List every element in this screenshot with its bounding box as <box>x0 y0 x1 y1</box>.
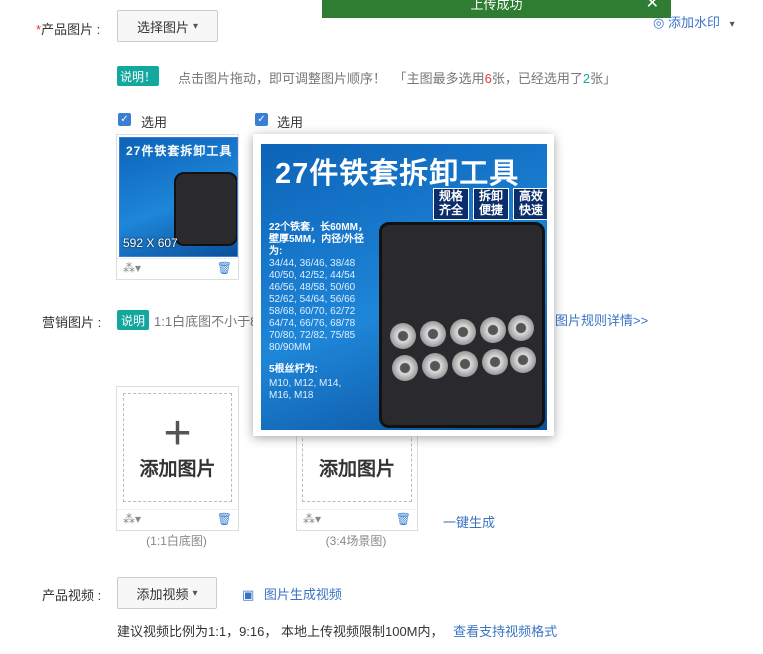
select-checkbox-2[interactable]: ✓ <box>255 113 268 126</box>
case-graphic <box>174 172 237 246</box>
chevron-down-icon: ▾ <box>729 19 735 30</box>
watermark-icon: ◎ <box>653 15 665 30</box>
add-image-box[interactable]: + 添加图片 <box>123 393 232 502</box>
image-to-video-link[interactable]: ▣ 图片生成视频 <box>242 584 342 603</box>
thumb-tools: ⁂▾ 🗑 <box>117 258 238 279</box>
marketing-slot-1[interactable]: + 添加图片 ⁂▾ 🗑 <box>116 386 239 531</box>
chevron-down-icon: ▾ <box>192 587 198 599</box>
product-image: 27件铁套拆卸工具 592 X 607 <box>119 137 238 257</box>
socket <box>422 353 448 379</box>
slot-caption: (3:4场景图) <box>325 534 387 548</box>
socket <box>482 349 508 375</box>
trash-icon[interactable]: 🗑 <box>217 261 232 275</box>
product-title: 27件铁套拆卸工具 <box>275 158 520 190</box>
magic-wand-icon[interactable]: ⁂▾ <box>303 512 321 526</box>
marketing-images-label: 营销图片 : <box>42 315 102 330</box>
upload-success-toast: 上传成功 ✕ <box>322 0 671 18</box>
add-watermark-link[interactable]: ◎ 添加水印 ▾ <box>653 12 735 31</box>
badge: 拆卸 便捷 <box>473 188 509 220</box>
badge: 高效 快速 <box>513 188 547 220</box>
checkbox-label: 选用 <box>141 115 168 130</box>
image-rules-link[interactable]: 图片规则详情>> <box>555 310 648 329</box>
rod-heading: 5根丝杆为: <box>269 364 318 375</box>
select-checkbox-1[interactable]: ✓ <box>118 113 131 126</box>
badge: 规格 齐全 <box>433 188 469 220</box>
socket <box>392 355 418 381</box>
image-preview-popup: 27件铁套拆卸工具 规格 齐全 拆卸 便捷 高效 快速 22个铁套，长60MM，… <box>253 134 554 436</box>
magic-wand-icon[interactable]: ⁂▾ <box>123 261 141 275</box>
tool-case-graphic <box>379 222 545 428</box>
spec-sizes: 34/44, 36/46, 38/48 40/50, 42/52, 44/54 … <box>269 258 356 353</box>
rod-sizes: M10, M12, M14, M16, M18 <box>269 378 342 401</box>
plus-icon: + <box>163 407 192 460</box>
socket <box>480 317 506 343</box>
spec-heading: 22个铁套，长60MM， 壁厚5MM，内径/外径 为: <box>269 222 368 257</box>
tip-badge: 说明 <box>117 310 149 330</box>
product-images-tip: 点击图片拖动，即可调整图片顺序！ 「主图最多选用6张，已经选用了2张」 <box>178 71 617 86</box>
add-image-text: 添加图片 <box>318 459 395 480</box>
slot-caption: (1:1白底图) <box>146 534 207 548</box>
feature-badges: 规格 齐全 拆卸 便捷 高效 快速 <box>433 188 547 220</box>
trash-icon[interactable]: 🗑 <box>396 512 411 526</box>
thumb-tools: ⁂▾ 🗑 <box>117 509 238 530</box>
product-video-label: 产品视频 : <box>42 588 102 603</box>
video-note: 建议视频比例为1:1，9:16， 本地上传视频限制100M内， 查看支持视频格式 <box>117 624 558 639</box>
socket <box>452 351 478 377</box>
video-formats-link[interactable]: 查看支持视频格式 <box>453 624 557 639</box>
one-click-generate-link[interactable]: 一键生成 <box>443 512 495 531</box>
socket <box>390 323 416 349</box>
socket <box>510 347 536 373</box>
magic-wand-icon[interactable]: ⁂▾ <box>123 512 141 526</box>
chevron-down-icon: ▾ <box>192 20 199 32</box>
socket <box>508 315 534 341</box>
product-image-thumb-1[interactable]: 27件铁套拆卸工具 592 X 607 ⁂▾ 🗑 <box>116 134 239 280</box>
thumb-tools: ⁂▾ 🗑 <box>297 509 417 530</box>
add-image-text: 添加图片 <box>139 459 216 480</box>
socket <box>450 319 476 345</box>
tip-badge: 说明！ <box>117 66 159 86</box>
product-images-label: *产品图片 : <box>36 22 101 37</box>
checkbox-label: 选用 <box>277 115 304 130</box>
add-video-button[interactable]: 添加视频 ▾ <box>117 577 217 609</box>
image-dimensions: 592 X 607 <box>123 236 178 250</box>
close-icon[interactable]: ✕ <box>646 0 659 12</box>
select-image-button[interactable]: 选择图片 ▾ <box>117 10 218 42</box>
socket <box>420 321 446 347</box>
marketing-tip: 1:1白底图不小于8 <box>154 314 258 329</box>
film-icon: ▣ <box>242 587 255 602</box>
toast-message: 上传成功 <box>470 0 523 12</box>
trash-icon[interactable]: 🗑 <box>217 512 232 526</box>
product-image-preview: 27件铁套拆卸工具 规格 齐全 拆卸 便捷 高效 快速 22个铁套，长60MM，… <box>261 144 547 430</box>
